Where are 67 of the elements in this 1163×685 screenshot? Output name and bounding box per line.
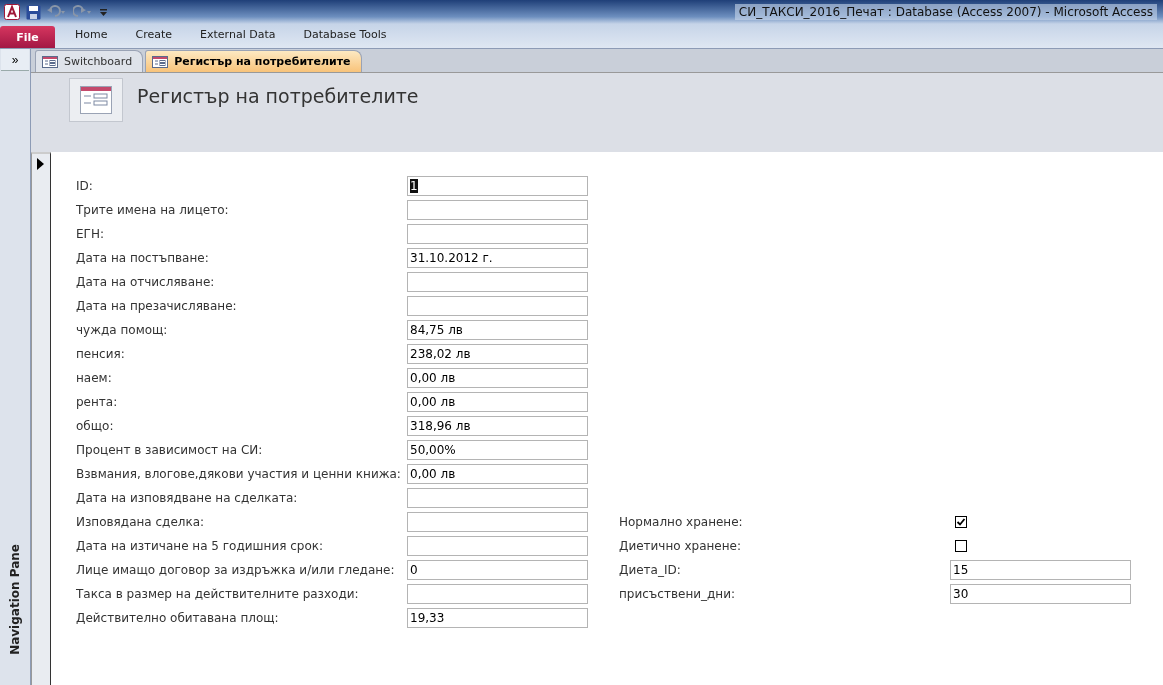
text-field[interactable]: 318,96 лв [407, 416, 588, 436]
text-field[interactable] [407, 200, 588, 220]
text-field[interactable] [407, 584, 588, 604]
field-label: Диетично хранене: [619, 539, 742, 553]
field-label: общо: [76, 419, 115, 433]
text-field[interactable]: 0,00 лв [407, 392, 588, 412]
record-selector[interactable] [31, 152, 51, 685]
navigation-pane-label[interactable]: Navigation Pane [8, 544, 22, 655]
form-title: Регистър на потребителите [137, 85, 419, 107]
document-tab[interactable]: Switchboard [35, 50, 144, 72]
field-label: Дата на изповядване на сделката: [76, 491, 299, 505]
field-label: ЕГН: [76, 227, 105, 241]
field-label: Дата на постъпване: [76, 251, 210, 265]
text-field[interactable] [407, 512, 588, 532]
text-field[interactable] [407, 296, 588, 316]
text-field[interactable]: 238,02 лв [407, 344, 588, 364]
field-label: Изповядана сделка: [76, 515, 206, 529]
text-field[interactable]: 0 [407, 560, 588, 580]
undo-icon[interactable] [47, 5, 67, 19]
field-label: Дата на презачисляване: [76, 299, 238, 313]
text-field[interactable]: 84,75 лв [407, 320, 588, 340]
ribbon-tab[interactable]: Database Tools [289, 26, 401, 48]
file-tab[interactable]: File [0, 26, 55, 48]
text-field[interactable] [407, 224, 588, 244]
form-icon [80, 86, 112, 114]
redo-icon[interactable] [73, 5, 93, 19]
text-field[interactable]: 0,00 лв [407, 368, 588, 388]
field-label: пенсия: [76, 347, 126, 361]
ribbon-tab[interactable]: Home [61, 26, 122, 48]
text-field[interactable]: 30 [950, 584, 1131, 604]
text-field[interactable] [407, 272, 588, 292]
field-label: Нормално хранене: [619, 515, 744, 529]
field-label: Диета_ID: [619, 563, 682, 577]
field-label: присъствени_дни: [619, 587, 736, 601]
form-icon [152, 55, 169, 68]
expand-navigation-button[interactable]: » [1, 49, 29, 71]
text-field[interactable]: 15 [950, 560, 1131, 580]
text-field[interactable]: 31.10.2012 г. [407, 248, 588, 268]
field-label: Лице имащо договор за издръжка и/или гледане: [76, 563, 396, 577]
ribbon-tab[interactable]: Create [121, 26, 187, 48]
field-label: рента: [76, 395, 119, 409]
field-label: Взвмания, влогове,дякови участия и ценни книжа: [76, 467, 402, 481]
field-label: наем: [76, 371, 113, 385]
text-field[interactable]: 0,00 лв [407, 464, 588, 484]
customize-menu-icon[interactable] [99, 6, 108, 18]
text-field[interactable]: 50,00% [407, 440, 588, 460]
current-record-icon [37, 158, 44, 170]
window-title: СИ_ТАКСИ_2016_Печат : Database (Access 2007) - Microsoft Access [734, 4, 1157, 20]
checkbox[interactable] [955, 540, 967, 552]
text-field[interactable]: 19,33 [407, 608, 588, 628]
form-icon [42, 55, 58, 68]
text-field[interactable]: 1 [407, 176, 588, 196]
field-label: Дата на отчисляване: [76, 275, 216, 289]
access-logo-icon[interactable] [4, 4, 20, 20]
document-tab[interactable]: Регистър на потребителите [145, 50, 362, 72]
field-label: чужда помощ: [76, 323, 169, 337]
field-label: Трите имена на лицето: [76, 203, 230, 217]
field-label: Такса в размер на действителните разходи: [76, 587, 360, 601]
text-field[interactable] [407, 488, 588, 508]
field-label: Процент в зависимост на СИ: [76, 443, 264, 457]
checkbox[interactable] [955, 516, 967, 528]
field-label: Дата на изтичане на 5 годишния срок: [76, 539, 325, 553]
save-icon[interactable] [26, 4, 41, 20]
field-label: Действително обитавана площ: [76, 611, 280, 625]
field-label: ID: [76, 179, 94, 193]
text-field[interactable] [407, 536, 588, 556]
ribbon-tab[interactable]: External Data [186, 26, 290, 48]
